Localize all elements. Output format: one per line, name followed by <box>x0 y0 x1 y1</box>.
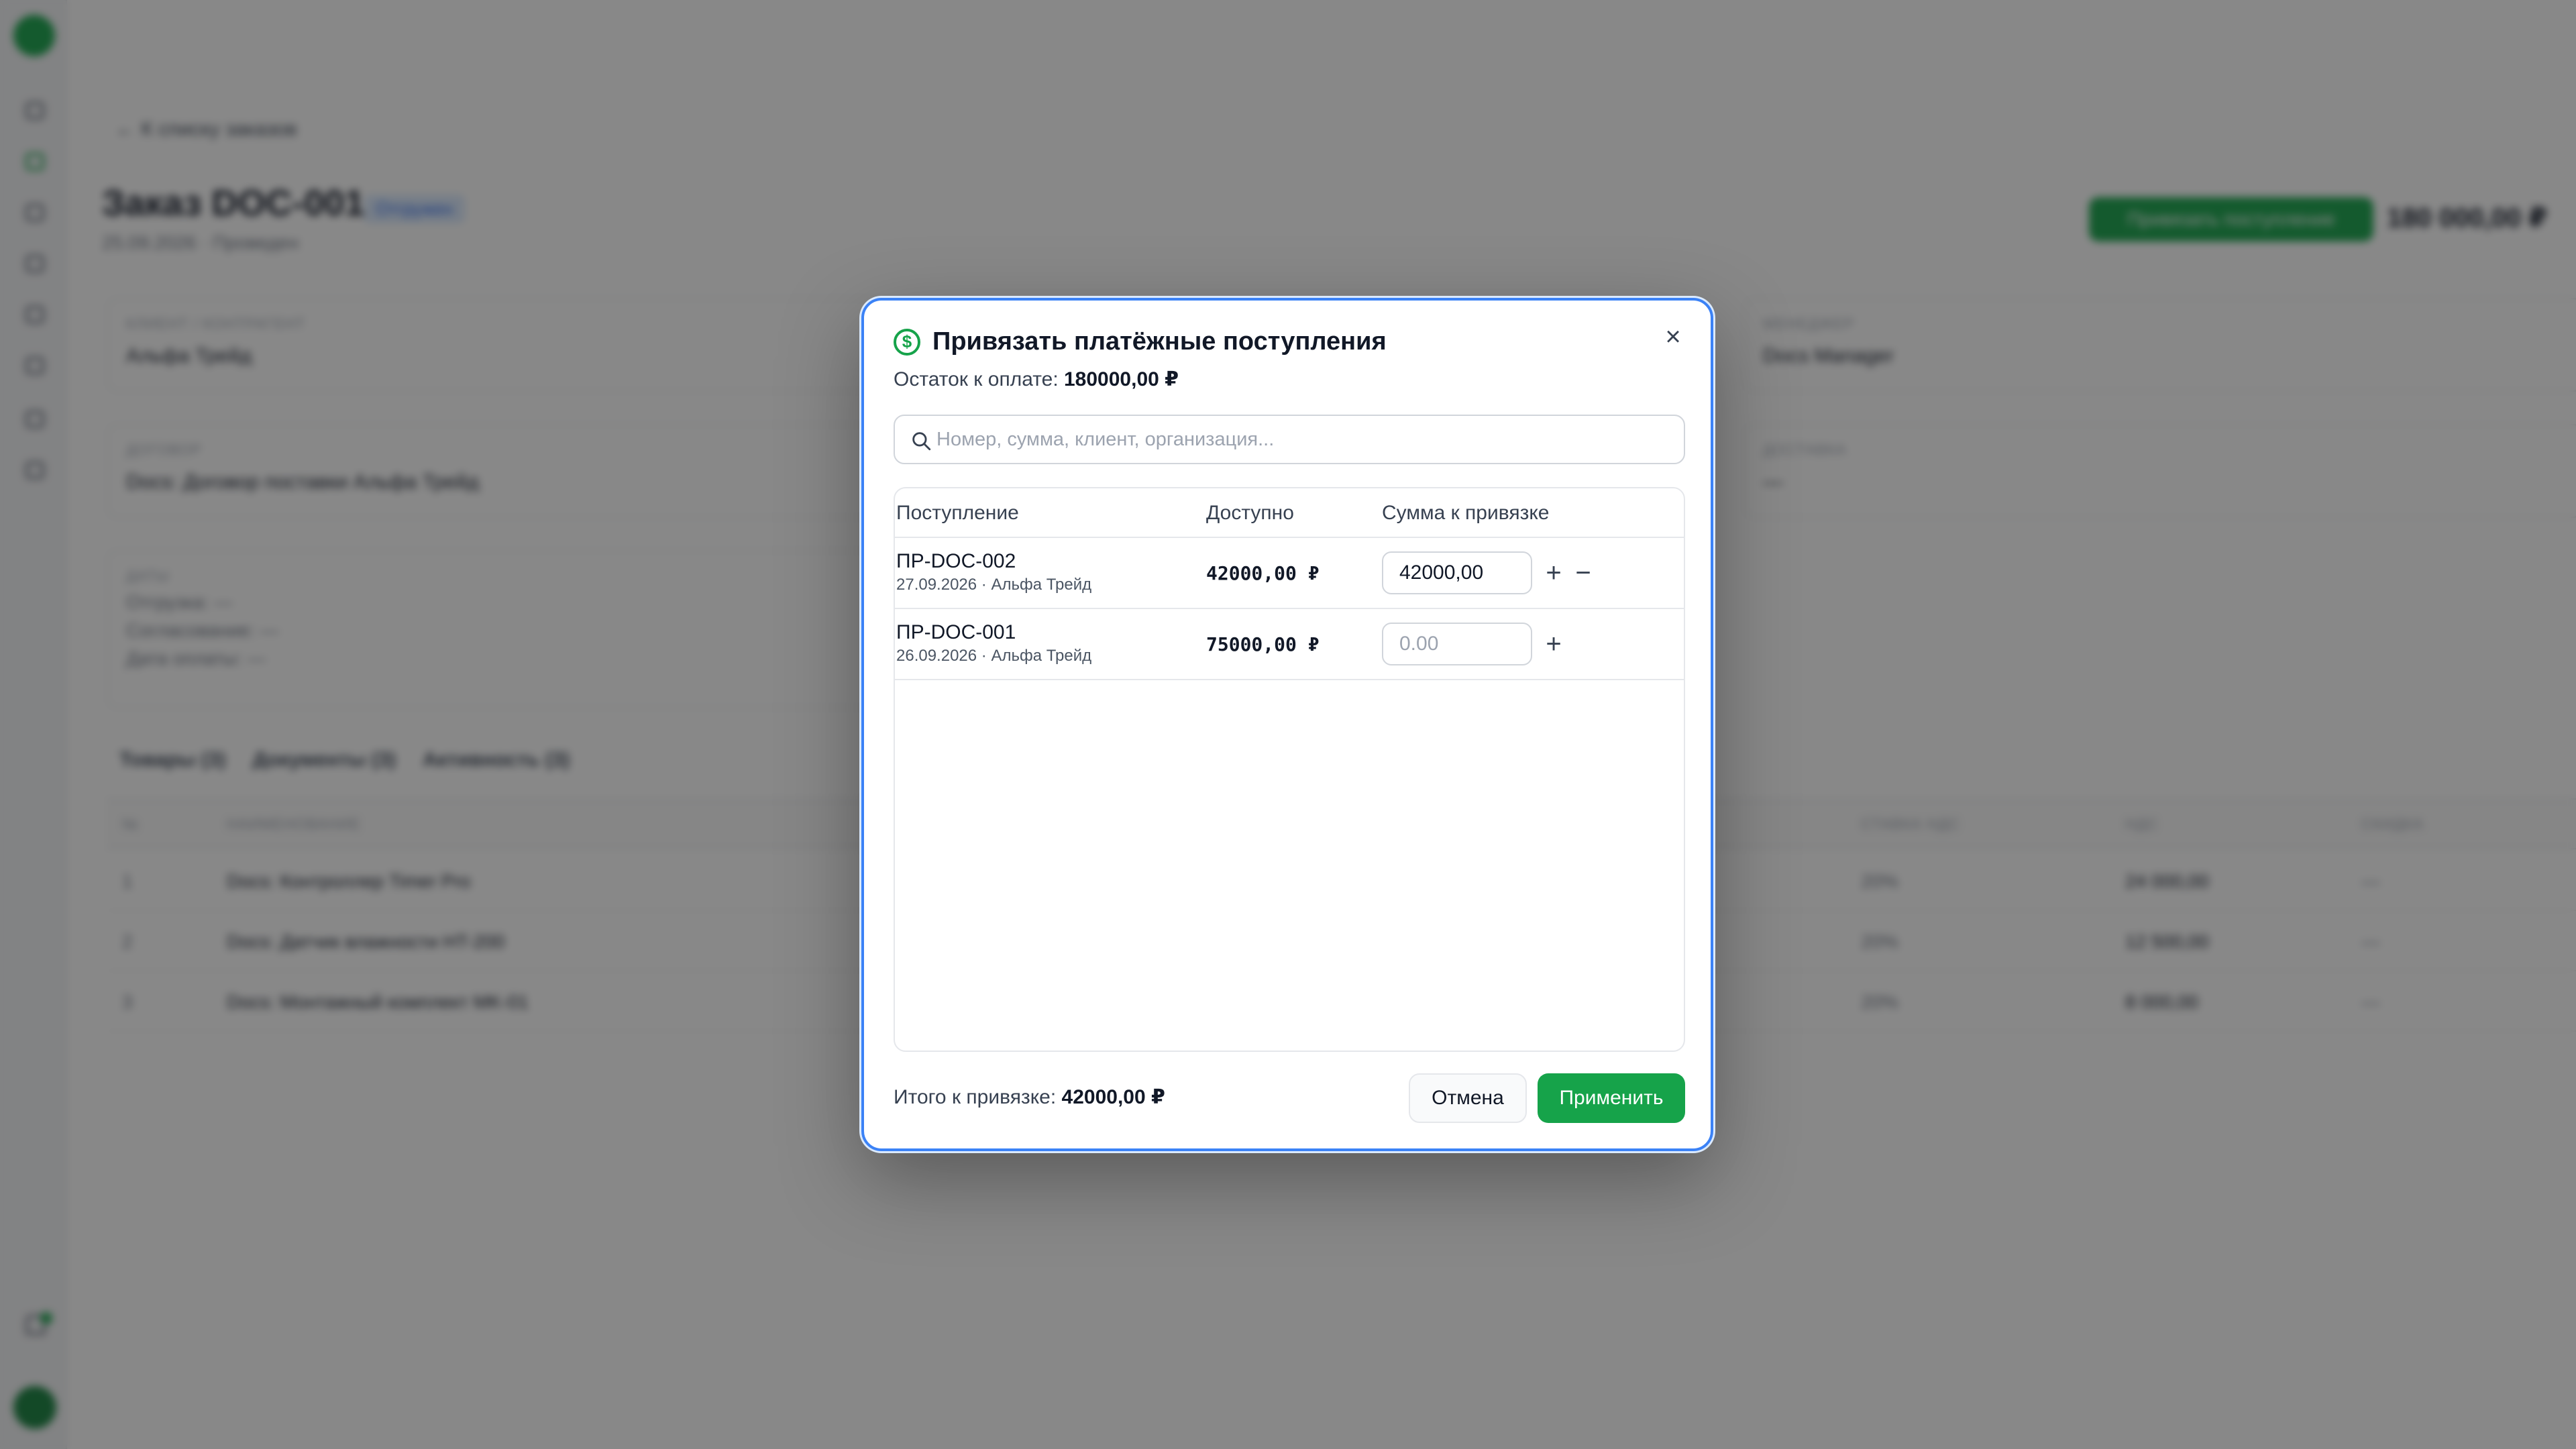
attach-payments-dialog: × $ Привязать платёжные поступления Оста… <box>861 298 1713 1151</box>
receipt-details: 26.09.2026 · Альфа Трейд <box>896 647 1092 665</box>
close-icon[interactable]: × <box>1657 321 1689 353</box>
search-icon <box>912 432 931 451</box>
receipts-table-header: Поступление Доступно Сумма к привязке <box>895 488 1684 538</box>
total-value: 42000,00 ₽ <box>1061 1086 1165 1108</box>
total-to-attach: Итого к привязке: 42000,00 ₽ <box>894 1085 1165 1109</box>
receipt-number: ПР-DOC-001 <box>896 621 1016 643</box>
plus-icon[interactable]: + <box>1540 628 1567 660</box>
receipt-number: ПР-DOC-002 <box>896 550 1016 572</box>
dollar-icon: $ <box>894 328 920 356</box>
remaining-amount: Остаток к оплате: 180000,00 ₽ <box>894 368 1179 391</box>
receipt-row: ПР-DOC-002 27.09.2026 · Альфа Трейд 4200… <box>895 538 1684 609</box>
apply-button[interactable]: Применить <box>1538 1073 1685 1123</box>
receipt-details: 27.09.2026 · Альфа Трейд <box>896 576 1092 594</box>
col-available: Доступно <box>1206 502 1294 524</box>
receipt-row: ПР-DOC-001 26.09.2026 · Альфа Трейд 7500… <box>895 609 1684 680</box>
dialog-header: $ Привязать платёжные поступления <box>894 327 1387 356</box>
receipt-available: 42000,00 ₽ <box>1206 562 1320 584</box>
receipt-available: 75000,00 ₽ <box>1206 633 1320 655</box>
search-field <box>894 415 1685 464</box>
dialog-title: Привязать платёжные поступления <box>932 327 1387 356</box>
remaining-label: Остаток к оплате: <box>894 368 1059 390</box>
amount-input[interactable] <box>1382 551 1532 594</box>
cancel-button[interactable]: Отмена <box>1409 1073 1527 1123</box>
total-label: Итого к привязке: <box>894 1086 1057 1108</box>
minus-icon[interactable]: − <box>1570 557 1597 589</box>
search-input[interactable] <box>936 428 1684 451</box>
remaining-value: 180000,00 ₽ <box>1064 368 1179 390</box>
receipts-table: Поступление Доступно Сумма к привязке ПР… <box>894 487 1685 1052</box>
col-amount: Сумма к привязке <box>1382 502 1550 524</box>
col-receipt: Поступление <box>896 502 1019 524</box>
amount-input[interactable] <box>1382 623 1532 665</box>
plus-icon[interactable]: + <box>1540 557 1567 589</box>
